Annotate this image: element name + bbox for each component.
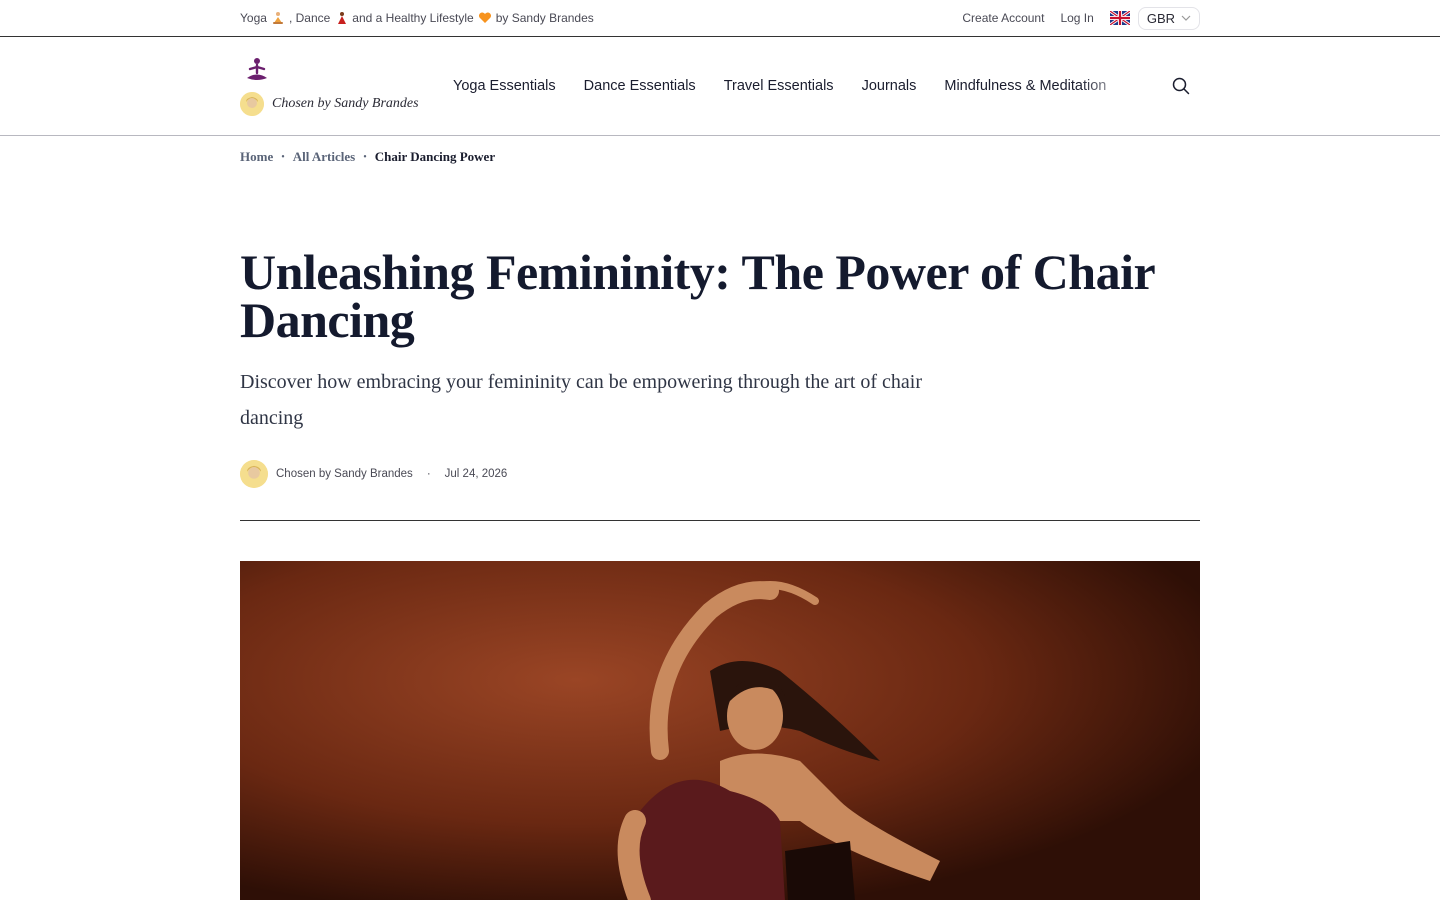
nav-item-journals[interactable]: Journals [862,78,917,94]
yoga-emoji-icon [272,12,283,24]
orange-heart-icon [478,12,491,23]
top-bar: Yoga , Dance and a Healthy Lifestyle by … [0,0,1440,37]
breadcrumb-all-articles[interactable]: All Articles [293,149,355,165]
nav-overflow-fade [1079,37,1139,135]
main-nav: Yoga Essentials Dance Essentials Travel … [453,37,1139,135]
create-account-link[interactable]: Create Account [962,11,1044,25]
nav-item-dance-essentials[interactable]: Dance Essentials [584,78,696,94]
log-in-link[interactable]: Log In [1060,11,1093,25]
article-meta: Chosen by Sandy Brandes · Jul 24, 2026 [240,460,1200,488]
article-subtitle: Discover how embracing your femininity c… [240,371,923,429]
currency-value: GBR [1146,10,1175,26]
chevron-down-icon [1181,15,1191,21]
article-author[interactable]: Chosen by Sandy Brandes [276,468,413,480]
site-tagline: Yoga , Dance and a Healthy Lifestyle by … [240,11,594,25]
breadcrumb-separator: • [281,151,285,163]
brand-name: Chosen by Sandy Brandes [272,96,419,111]
hero-image [240,561,1200,900]
article-title: Unleashing Femininity: The Power of Chai… [240,244,1155,348]
breadcrumb-home[interactable]: Home [240,149,273,165]
breadcrumb: Home • All Articles • Chair Dancing Powe… [240,136,1200,165]
brand[interactable]: Chosen by Sandy Brandes [240,56,453,116]
author-avatar [240,92,264,116]
meta-separator: · [426,468,431,480]
dancer-emoji-icon [338,12,347,24]
article-header: Unleashing Femininity: The Power of Chai… [240,244,1200,900]
article-date: Jul 24, 2026 [444,468,508,480]
nav-item-travel-essentials[interactable]: Travel Essentials [724,78,834,94]
currency-selector[interactable]: GBR [1137,6,1200,30]
main-header: Chosen by Sandy Brandes Yoga Essentials … [0,37,1440,136]
dancer-illustration [240,561,1200,900]
search-icon[interactable] [1172,77,1190,95]
divider [240,520,1200,521]
uk-flag-icon [1109,11,1130,25]
nav-item-yoga-essentials[interactable]: Yoga Essentials [453,78,556,94]
tagline-lifestyle: and a Healthy Lifestyle [352,11,474,25]
author-avatar [240,460,268,488]
tagline-author: by Sandy Brandes [495,11,594,25]
tagline-dance: , Dance [288,11,331,25]
tagline-yoga: Yoga [240,11,267,25]
breadcrumb-separator: • [363,151,367,163]
meditation-logo-icon [247,58,267,80]
breadcrumb-current: Chair Dancing Power [374,149,496,164]
